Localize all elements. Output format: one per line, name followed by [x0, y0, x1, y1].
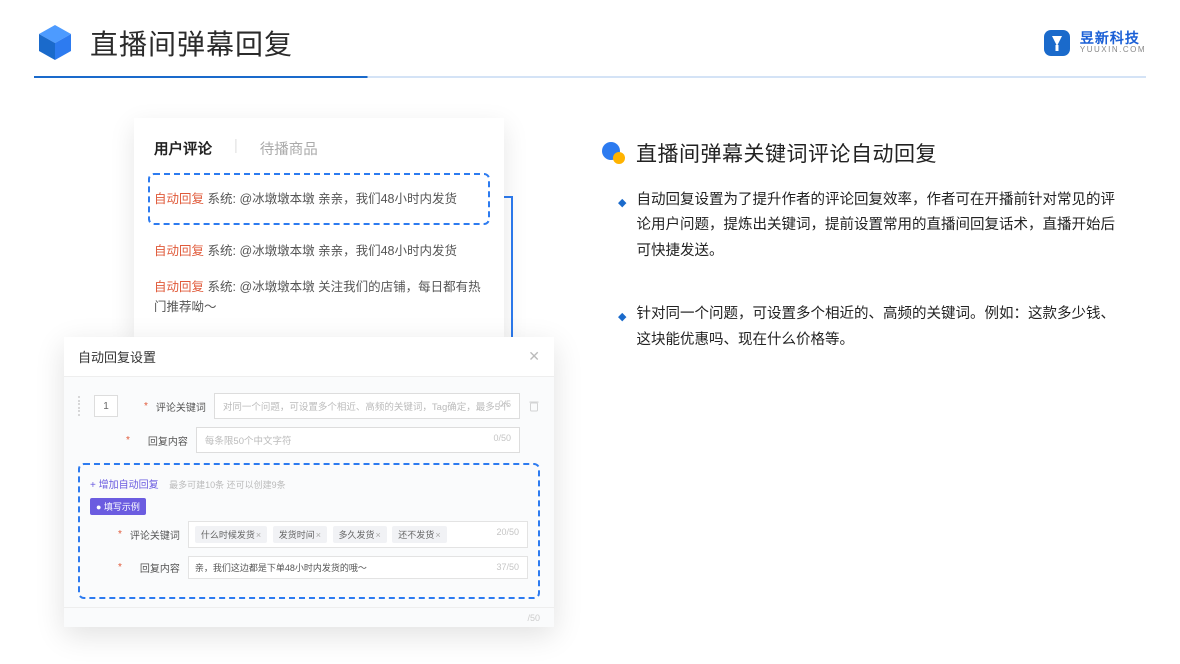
content-row: * 回复内容 每条限50个中文字符 0/50 [78, 427, 540, 453]
comments-panel: 用户评论 | 待播商品 自动回复 系统: @冰墩墩本墩 亲亲，我们48小时内发货… [134, 118, 504, 339]
ex-content-label: 回复内容 [130, 560, 180, 575]
content-input[interactable]: 每条限50个中文字符 0/50 [196, 427, 520, 453]
diamond-icon: ◆ [618, 308, 626, 353]
brand-name: 昱新科技 [1080, 31, 1146, 46]
keyword-tag[interactable]: 还不发货× [392, 526, 446, 543]
example-badge: ● 填写示例 [90, 498, 146, 515]
keyword-tag[interactable]: 多久发货× [333, 526, 387, 543]
section-title: 直播间弹幕关键词评论自动回复 [636, 138, 937, 168]
ex-keyword-label: 评论关键词 [130, 527, 180, 542]
keyword-row: 1 * 评论关键词 对同一个问题，可设置多个相近、高频的关键词，Tag确定，最多… [78, 393, 540, 419]
ex-keyword-input[interactable]: 什么时候发货× 发货时间× 多久发货× 还不发货× 20/50 [188, 521, 528, 548]
ex-content-input[interactable]: 亲，我们这边都是下单48小时内发货的哦～ 37/50 [188, 556, 528, 579]
page-title: 直播间弹幕回复 [90, 23, 293, 63]
example-section: + 增加自动回复 最多可建10条 还可以创建9条 ● 填写示例 * 评论关键词 … [78, 463, 540, 599]
comment-item: 自动回复 系统: @冰墩墩本墩 亲亲，我们48小时内发货 [154, 233, 484, 269]
auto-reply-badge: 自动回复 [154, 192, 204, 206]
required-indicator: * [144, 401, 148, 412]
tab-pending-products[interactable]: 待播商品 [260, 138, 318, 159]
keyword-input[interactable]: 对同一个问题，可设置多个相近、高频的关键词，Tag确定，最多5个 0/5 [214, 393, 520, 419]
brand-logo-icon [1042, 28, 1072, 58]
content-label: 回复内容 [138, 433, 188, 448]
diamond-icon: ◆ [618, 194, 626, 264]
settings-footer: /50 [64, 607, 554, 627]
bullet-item: ◆ 自动回复设置为了提升作者的评论回复效率，作者可在开播前针对常见的评论用户问题… [618, 188, 1120, 264]
chat-bubble-icon [600, 140, 626, 166]
keyword-tag[interactable]: 发货时间× [273, 526, 327, 543]
keyword-tag[interactable]: 什么时候发货× [195, 526, 267, 543]
brand-logo-block: 昱新科技 YUUXIN.COM [1042, 28, 1146, 58]
comment-item: 自动回复 系统: @冰墩墩本墩 关注我们的店铺，每日都有热门推荐呦～ [154, 269, 484, 325]
tab-user-comments[interactable]: 用户评论 [154, 138, 212, 159]
highlighted-comment: 自动回复 系统: @冰墩墩本墩 亲亲，我们48小时内发货 [148, 173, 490, 225]
cube-icon [34, 22, 76, 64]
bullet-item: ◆ 针对同一个问题，可设置多个相近的、高频的关键词。例如：这款多少钱、这块能优惠… [618, 302, 1120, 353]
rule-number: 1 [94, 395, 118, 417]
auto-reply-settings-panel: 自动回复设置 ✕ 1 * 评论关键词 对同一个问题，可设置多个相近、高频的关键词… [64, 337, 554, 627]
brand-url: YUUXIN.COM [1080, 46, 1146, 55]
content-count: 0/50 [493, 433, 511, 443]
close-icon[interactable]: ✕ [528, 348, 540, 365]
comments-tabs: 用户评论 | 待播商品 [154, 138, 484, 159]
settings-title: 自动回复设置 [78, 347, 156, 366]
add-hint: 最多可建10条 还可以创建9条 [169, 480, 286, 490]
keyword-count: 0/5 [498, 399, 511, 409]
drag-handle-icon[interactable] [78, 396, 86, 416]
add-auto-reply-link[interactable]: + 增加自动回复 [90, 480, 159, 491]
keyword-label: 评论关键词 [156, 399, 206, 414]
delete-icon[interactable] [528, 400, 540, 412]
